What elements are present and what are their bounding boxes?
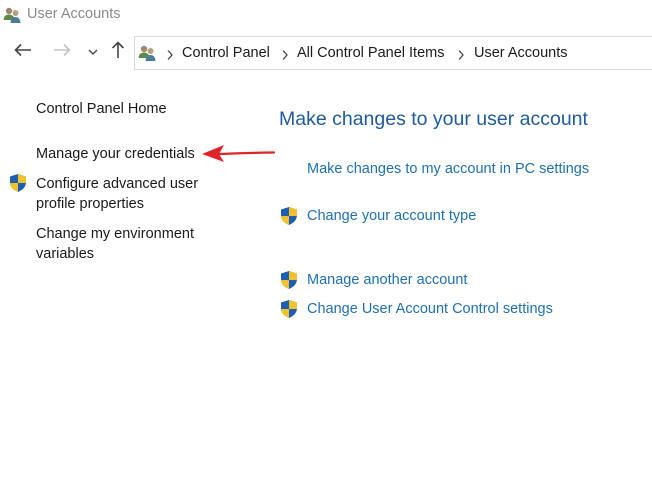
recent-locations-button[interactable]: [82, 41, 104, 63]
uac-settings-link[interactable]: Change User Account Control settings: [307, 301, 553, 317]
change-environment-variables-line2: variables: [36, 246, 95, 262]
chevron-right-icon[interactable]: [281, 48, 291, 60]
chevron-right-icon[interactable]: [457, 48, 467, 60]
configure-advanced-profile-link[interactable]: Configure advanced user profile properti…: [36, 174, 198, 214]
manage-credentials-link[interactable]: Manage your credentials: [36, 144, 195, 164]
uac-shield-icon: [279, 270, 299, 290]
up-button[interactable]: [107, 40, 129, 64]
back-arrow-icon: [14, 43, 32, 62]
page-title: Make changes to your user account: [279, 108, 588, 130]
red-arrow-annotation-icon: [200, 140, 278, 166]
configure-advanced-profile-line2: profile properties: [36, 196, 144, 212]
control-panel-home-link[interactable]: Control Panel Home: [36, 99, 167, 119]
control-panel-users-icon: [137, 43, 157, 63]
up-arrow-icon: [111, 40, 125, 64]
window-title: User Accounts: [27, 6, 121, 22]
breadcrumb-all-control-panel-items[interactable]: All Control Panel Items: [297, 45, 444, 61]
chevron-down-icon: [88, 43, 98, 61]
breadcrumb-control-panel[interactable]: Control Panel: [182, 45, 270, 61]
chevron-right-icon[interactable]: [166, 48, 176, 60]
uac-shield-icon: [8, 173, 28, 193]
address-bar[interactable]: Control Panel All Control Panel Items Us…: [134, 36, 652, 70]
uac-shield-icon: [279, 299, 299, 319]
configure-advanced-profile-line1: Configure advanced user: [36, 176, 199, 192]
change-environment-variables-link[interactable]: Change my environment variables: [36, 224, 194, 264]
back-button[interactable]: [12, 41, 34, 63]
pc-settings-link[interactable]: Make changes to my account in PC setting…: [307, 161, 589, 177]
change-environment-variables-line1: Change my environment: [36, 226, 194, 242]
forward-button[interactable]: [51, 41, 73, 63]
user-accounts-window: User Accounts Control Panel All Control …: [0, 0, 652, 483]
change-account-type-link[interactable]: Change your account type: [307, 208, 476, 224]
uac-shield-icon: [279, 206, 299, 226]
user-accounts-icon: [2, 5, 22, 25]
breadcrumb-user-accounts[interactable]: User Accounts: [474, 45, 568, 61]
forward-arrow-icon: [53, 43, 71, 62]
manage-another-account-link[interactable]: Manage another account: [307, 272, 467, 288]
title-bar: User Accounts: [0, 0, 652, 32]
